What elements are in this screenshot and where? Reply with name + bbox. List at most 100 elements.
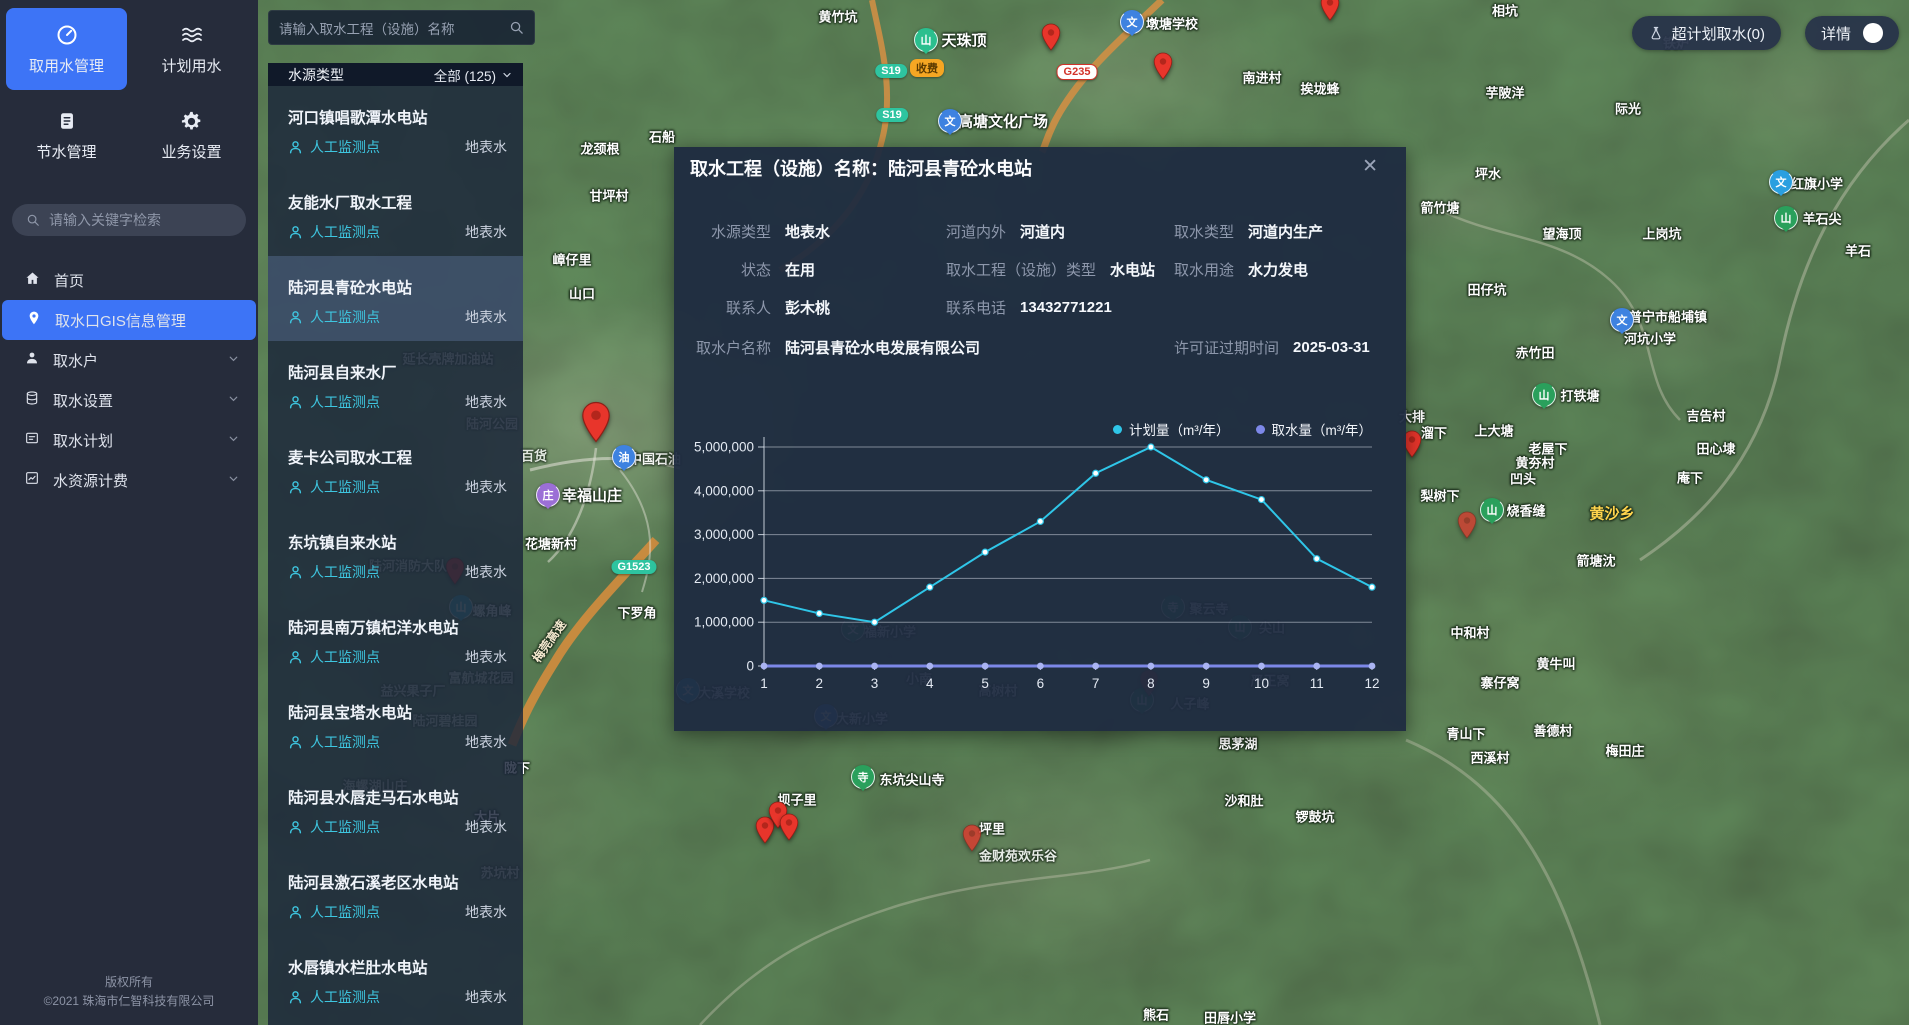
station-name: 陆河县南万镇杞洋水电站 — [288, 616, 507, 638]
station-list-item[interactable]: 麦卡公司取水工程 人工监测点 地表水 — [268, 426, 523, 511]
station-list-item[interactable]: 陆河县激石溪老区水电站 人工监测点 地表水 — [268, 851, 523, 936]
detail-field: 取水类型 河道内生产 — [1174, 221, 1323, 242]
poi-glyph: 山 — [1539, 387, 1550, 403]
field-label: 状态 — [690, 259, 771, 280]
svg-text:9: 9 — [1202, 676, 1210, 691]
app-tile[interactable]: 计划用水 — [131, 8, 252, 90]
red-pin-marker[interactable] — [1457, 511, 1477, 544]
culture-square-poi[interactable]: 文 — [938, 109, 962, 133]
sidebar-item-db[interactable]: 取水设置 — [0, 380, 258, 420]
school-poi[interactable]: 文 — [1769, 170, 1793, 194]
field-label: 取水用途 — [1174, 259, 1234, 280]
station-list-item[interactable]: 陆河县水唇走马石水电站 人工监测点 地表水 — [268, 766, 523, 851]
red-pin-marker[interactable] — [581, 401, 611, 448]
sidebar-item-pin[interactable]: 取水口GIS信息管理 — [2, 300, 256, 340]
field-label: 取水户名称 — [690, 337, 771, 358]
station-list-item[interactable]: 陆河县南万镇杞洋水电站 人工监测点 地表水 — [268, 596, 523, 681]
filter-dropdown[interactable]: 全部 (125) — [434, 65, 513, 85]
field-label: 取水工程（设施）类型 — [946, 259, 1096, 280]
station-list-item[interactable]: 友能水厂取水工程 人工监测点 地表水 — [268, 171, 523, 256]
app-tile[interactable]: 业务设置 — [131, 94, 252, 176]
detail-field: 河道内外 河道内 — [946, 221, 1065, 242]
mountain-poi[interactable]: 山 — [914, 28, 938, 52]
filter-value: 全部 (125) — [434, 65, 496, 85]
temple-poi[interactable]: 寺 — [851, 765, 875, 789]
field-label: 许可证过期时间 — [1174, 337, 1279, 358]
station-detail-modal: 取水工程（设施）名称：陆河县青砼水电站 ✕ 水源类型 地表水 河道内外 河道内 … — [674, 147, 1406, 731]
station-list-item[interactable]: 陆河县青砼水电站 人工监测点 地表水 — [268, 256, 523, 341]
svg-text:3,000,000: 3,000,000 — [694, 527, 754, 542]
sidebar-item-board[interactable]: 取水计划 — [0, 420, 258, 460]
legend-item[interactable]: 计划量（m³/年） — [1113, 419, 1230, 439]
person-icon — [288, 395, 303, 410]
app-tile[interactable]: 取用水管理 — [6, 8, 127, 90]
station-filter-bar: 水源类型 全部 (125) — [268, 63, 523, 86]
field-value: 13432771221 — [1020, 299, 1112, 316]
school-poi[interactable]: 文 — [1610, 308, 1634, 332]
monitor-type: 人工监测点 — [310, 477, 380, 497]
water-source-type: 地表水 — [465, 222, 507, 242]
plan-vs-intake-chart: 5,000,0004,000,0003,000,0002,000,0001,00… — [674, 407, 1406, 717]
chart-icon — [24, 470, 40, 490]
modal-title: 取水工程（设施）名称：陆河县青砼水电站 — [690, 155, 1032, 181]
meter-icon — [55, 22, 79, 48]
toggle-knob[interactable] — [1863, 23, 1883, 43]
station-list-item[interactable]: 陆河县自来水厂 人工监测点 地表水 — [268, 341, 523, 426]
menu-item-label: 取水设置 — [53, 390, 113, 411]
water-source-type: 地表水 — [465, 647, 507, 667]
field-label: 联系电话 — [946, 297, 1006, 318]
document-icon — [56, 108, 78, 134]
person-icon — [288, 565, 303, 580]
chevron-down-icon — [501, 69, 513, 81]
gas-station-poi[interactable]: 油 — [612, 445, 636, 469]
app-tiles: 取用水管理 计划用水 节水管理 业务设置 — [0, 0, 258, 186]
red-pin-marker[interactable] — [1320, 0, 1340, 26]
station-list-panel: 请输入取水工程（设施）名称 水源类型 全部 (125) 河口镇唱歌潭水电站 — [268, 0, 523, 1025]
peak-poi[interactable]: 山 — [1532, 383, 1556, 407]
menu-item-label: 取水口GIS信息管理 — [55, 310, 186, 331]
sidebar-item-chart[interactable]: 水资源计费 — [0, 460, 258, 500]
peak-poi[interactable]: 山 — [1774, 206, 1798, 230]
station-list-item[interactable]: 水唇镇水栏肚水电站 人工监测点 地表水 — [268, 936, 523, 1021]
field-value: 陆河县青砼水电发展有限公司 — [785, 337, 980, 358]
pin-icon — [1457, 511, 1477, 539]
peak-poi[interactable]: 山 — [1480, 498, 1504, 522]
station-name: 东坑镇自来水站 — [288, 531, 507, 553]
person-icon — [288, 225, 303, 240]
station-search-input[interactable]: 请输入取水工程（设施）名称 — [268, 10, 535, 45]
red-pin-marker[interactable] — [962, 824, 982, 857]
station-list-item[interactable]: 东坑镇自来水站 人工监测点 地表水 — [268, 511, 523, 596]
station-name: 陆河县水唇走马石水电站 — [288, 786, 507, 808]
station-list-item[interactable]: 河口镇唱歌潭水电站 人工监测点 地表水 — [268, 86, 523, 171]
poi-glyph: 文 — [945, 113, 956, 129]
app-tile[interactable]: 节水管理 — [6, 94, 127, 176]
red-pin-marker[interactable] — [1041, 23, 1061, 56]
search-icon — [26, 213, 40, 227]
station-name: 河口镇唱歌潭水电站 — [288, 106, 507, 128]
svg-text:0: 0 — [746, 659, 754, 674]
keyword-search-placeholder: 请输入关键字检索 — [49, 210, 161, 230]
school-poi[interactable]: 文 — [1120, 10, 1144, 34]
close-icon[interactable]: ✕ — [1362, 155, 1378, 179]
road-number-badge: G1523 — [611, 560, 656, 574]
station-list-item[interactable]: 陆河县宝塔水电站 人工监测点 地表水 — [268, 681, 523, 766]
station-name: 水唇镇水栏肚水电站 — [288, 956, 507, 978]
over-plan-button[interactable]: 超计划取水(0) — [1632, 16, 1781, 50]
red-pin-marker[interactable] — [779, 813, 799, 846]
person-icon — [288, 990, 303, 1005]
app-root: 黄竹坑 相坑 铁炉 天珠顶 墩塘学校 南进村 挨垅蜂 芋陂洋 际光 龙颈根 石船… — [0, 0, 1909, 1025]
station-name: 陆河县激石溪老区水电站 — [288, 871, 507, 893]
sidebar-item-user[interactable]: 取水户 — [0, 340, 258, 380]
resort-poi[interactable]: 庄 — [536, 483, 560, 507]
legend-item[interactable]: 取水量（m³/年） — [1256, 419, 1373, 439]
monitor-type: 人工监测点 — [310, 987, 380, 1007]
red-pin-marker[interactable] — [1153, 52, 1173, 85]
keyword-search-input[interactable]: 请输入关键字检索 — [12, 204, 246, 236]
detail-toggle[interactable]: 详情 — [1805, 16, 1899, 50]
monitor-type: 人工监测点 — [310, 732, 380, 752]
person-icon — [288, 140, 303, 155]
monitor-type: 人工监测点 — [310, 222, 380, 242]
sidebar-item-home[interactable]: 首页 — [0, 260, 258, 300]
detail-label: 详情 — [1821, 23, 1851, 44]
sidebar-menu: 首页 取水口GIS信息管理 取水户 取水设置 — [0, 260, 258, 500]
